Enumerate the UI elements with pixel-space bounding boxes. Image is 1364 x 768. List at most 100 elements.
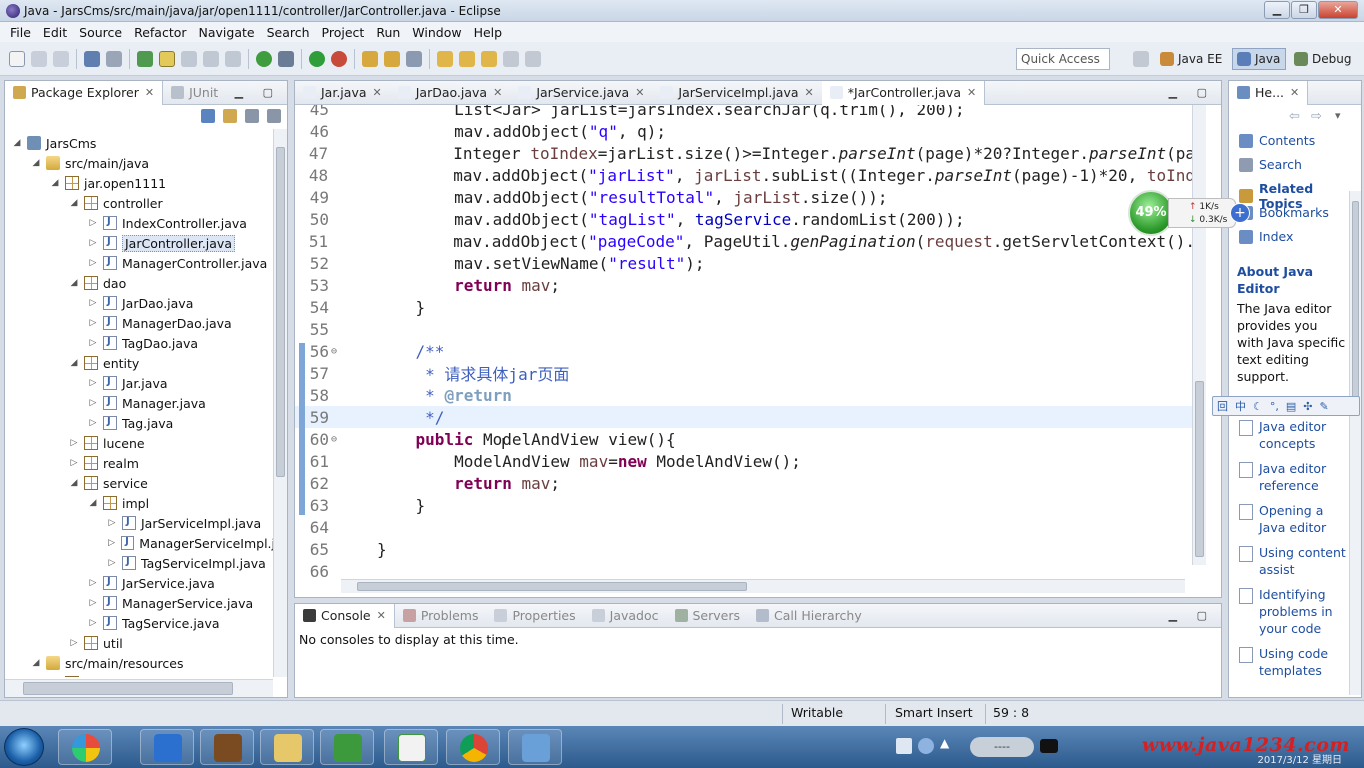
tree-folder[interactable]: ◢ src/main/java bbox=[5, 153, 275, 173]
tree-file[interactable]: ▷ TagDao.java bbox=[5, 333, 275, 353]
fold-toggle-icon[interactable]: ⊖ bbox=[331, 434, 337, 445]
tree-file[interactable]: ▷ ManagerDao.java bbox=[5, 313, 275, 333]
view-min-max[interactable]: ▁ ▢ bbox=[1169, 609, 1215, 622]
tree-vertical-scrollbar[interactable] bbox=[273, 129, 287, 677]
help-topic-java-editor-concepts[interactable]: Java editor concepts bbox=[1239, 418, 1349, 452]
tree-horizontal-scrollbar[interactable] bbox=[5, 679, 273, 697]
ime-chinese-mode-icon[interactable]: 中 bbox=[1235, 398, 1246, 414]
collapse-all-icon[interactable] bbox=[201, 109, 215, 123]
ime-tools-icon[interactable]: ✣ bbox=[1303, 400, 1312, 413]
close-tab-icon[interactable]: ✕ bbox=[145, 86, 154, 99]
tab-properties[interactable]: Properties bbox=[486, 604, 583, 628]
tree-file[interactable]: ▷ TagServiceImpl.java bbox=[5, 553, 275, 573]
collapsed-icon[interactable]: ▷ bbox=[68, 438, 80, 448]
tree-file[interactable]: ▷ JarDao.java bbox=[5, 293, 275, 313]
tab-package-explorer[interactable]: Package Explorer ✕ bbox=[5, 80, 164, 105]
taskbar-app-colorful[interactable] bbox=[58, 729, 112, 765]
collapsed-icon[interactable]: ▷ bbox=[87, 598, 99, 608]
quick-access-input[interactable]: Quick Access bbox=[1016, 48, 1110, 70]
code-line[interactable]: 51 mav.addObject("pageCode", PageUtil.ge… bbox=[295, 230, 1195, 252]
last-edit-icon[interactable] bbox=[481, 50, 497, 67]
close-tab-icon[interactable]: ✕ bbox=[635, 86, 644, 99]
menu-edit[interactable]: Edit bbox=[37, 25, 73, 40]
plus-icon[interactable]: + bbox=[1230, 203, 1250, 223]
block-selection-icon[interactable] bbox=[181, 50, 197, 67]
code-line[interactable]: 65} bbox=[295, 538, 1195, 560]
expanded-icon[interactable]: ◢ bbox=[68, 278, 80, 288]
help-topic-identifying-problems-in-your-code[interactable]: Identifying problems in your code bbox=[1239, 586, 1349, 637]
tree-folder[interactable]: ◢ entity bbox=[5, 353, 275, 373]
tree-folder[interactable]: ◢ JarsCms bbox=[5, 133, 275, 153]
code-line[interactable]: 64 bbox=[295, 516, 1195, 538]
view-min-max[interactable]: ▁ ▢ bbox=[235, 86, 281, 99]
scroll-thumb[interactable] bbox=[276, 147, 285, 477]
tree-file[interactable]: ▷ ManagerController.java bbox=[5, 253, 275, 273]
tab-help[interactable]: He... ✕ bbox=[1229, 81, 1309, 105]
ime-keyboard-icon[interactable]: ▤ bbox=[1286, 400, 1296, 413]
menu-file[interactable]: File bbox=[4, 25, 37, 40]
expanded-icon[interactable]: ◢ bbox=[30, 158, 42, 168]
help-link-contents[interactable]: Contents bbox=[1239, 133, 1315, 148]
menu-project[interactable]: Project bbox=[316, 25, 371, 40]
close-tab-icon[interactable]: ✕ bbox=[1290, 86, 1299, 99]
taskbar-app-chrome[interactable] bbox=[446, 729, 500, 765]
tree-folder[interactable]: ◢jar bbox=[5, 673, 275, 677]
code-editor[interactable]: 45 List<Jar> jarList=jarsIndex.searchJar… bbox=[295, 105, 1221, 581]
tab-jardao-java[interactable]: JarDao.java ✕ bbox=[390, 81, 511, 105]
code-line[interactable]: 46 mav.addObject("q", q); bbox=[295, 120, 1195, 142]
menu-search[interactable]: Search bbox=[261, 25, 316, 40]
tree-file[interactable]: ▷ Manager.java bbox=[5, 393, 275, 413]
tree-folder[interactable]: ▷ util bbox=[5, 633, 275, 653]
tab-servers[interactable]: Servers bbox=[667, 604, 749, 628]
minimize-button[interactable]: ▁ bbox=[1264, 1, 1290, 19]
code-line[interactable]: 60 public ModelAndView view(){⊖ bbox=[295, 428, 1195, 450]
ime-punctuation-icon[interactable]: °, bbox=[1270, 400, 1279, 413]
show-whitespace-icon[interactable] bbox=[203, 50, 219, 67]
tab-junit[interactable]: JUnit bbox=[163, 81, 226, 105]
code-line[interactable]: 54 } bbox=[295, 296, 1195, 318]
expanded-icon[interactable]: ◢ bbox=[68, 358, 80, 368]
save-all-icon[interactable] bbox=[53, 50, 69, 67]
code-line[interactable]: 62 return mav; bbox=[295, 472, 1195, 494]
search-icon[interactable] bbox=[406, 50, 422, 67]
editor-vertical-scrollbar[interactable] bbox=[1192, 105, 1206, 565]
network-speed-widget[interactable]: 49% ↑ 1K/s ↓ 0.3K/s + bbox=[1128, 190, 1252, 236]
perspective-java[interactable]: Java bbox=[1232, 48, 1286, 70]
collapsed-icon[interactable]: ▷ bbox=[87, 318, 99, 328]
code-line[interactable]: 50 mav.addObject("tagList", tagService.r… bbox=[295, 208, 1195, 230]
collapsed-icon[interactable]: ▷ bbox=[87, 418, 99, 428]
tab-jarservice-java[interactable]: JarService.java ✕ bbox=[510, 81, 652, 105]
code-line[interactable]: 57 * 请求具体jar页面 bbox=[295, 362, 1195, 385]
help-link-search[interactable]: Search bbox=[1239, 157, 1302, 172]
close-tab-icon[interactable]: ✕ bbox=[493, 86, 502, 99]
ime-settings-icon[interactable]: ✎ bbox=[1320, 400, 1329, 413]
tab-console[interactable]: Console ✕ bbox=[295, 603, 395, 628]
link-with-editor-icon[interactable] bbox=[223, 109, 237, 123]
tree-folder[interactable]: ◢ src/main/resources bbox=[5, 653, 275, 673]
debug-icon[interactable] bbox=[278, 50, 294, 67]
external-tools-icon[interactable] bbox=[331, 50, 347, 67]
editor-horizontal-scrollbar[interactable] bbox=[341, 579, 1185, 593]
scroll-thumb[interactable] bbox=[1195, 381, 1204, 557]
menu-window[interactable]: Window bbox=[406, 25, 467, 40]
code-line[interactable]: 63 } bbox=[295, 494, 1195, 516]
start-button[interactable] bbox=[4, 728, 44, 766]
print-icon[interactable] bbox=[84, 50, 100, 67]
close-tab-icon[interactable]: ✕ bbox=[373, 86, 382, 99]
code-line[interactable]: 52 mav.setViewName("result"); bbox=[295, 252, 1195, 274]
tray-battery-icon[interactable] bbox=[1040, 739, 1058, 753]
open-type-icon[interactable] bbox=[384, 50, 400, 67]
tab-problems[interactable]: Problems bbox=[395, 604, 487, 628]
tree-file[interactable]: ▷ Jar.java bbox=[5, 373, 275, 393]
help-topic-java-editor-reference[interactable]: Java editor reference bbox=[1239, 460, 1349, 494]
taskbar-app-camtasia-2[interactable] bbox=[384, 729, 438, 765]
mark-occurrences-icon[interactable] bbox=[137, 50, 153, 67]
help-scrollbar[interactable] bbox=[1349, 191, 1361, 695]
collapsed-icon[interactable]: ▷ bbox=[106, 518, 118, 528]
menu-refactor[interactable]: Refactor bbox=[128, 25, 192, 40]
back-icon[interactable]: ⇦ bbox=[1289, 109, 1300, 124]
help-topic-using-content-assist[interactable]: Using content assist bbox=[1239, 544, 1349, 578]
fold-toggle-icon[interactable]: ⊖ bbox=[331, 346, 337, 357]
collapsed-icon[interactable]: ▷ bbox=[87, 618, 99, 628]
scroll-thumb[interactable] bbox=[1352, 201, 1359, 401]
